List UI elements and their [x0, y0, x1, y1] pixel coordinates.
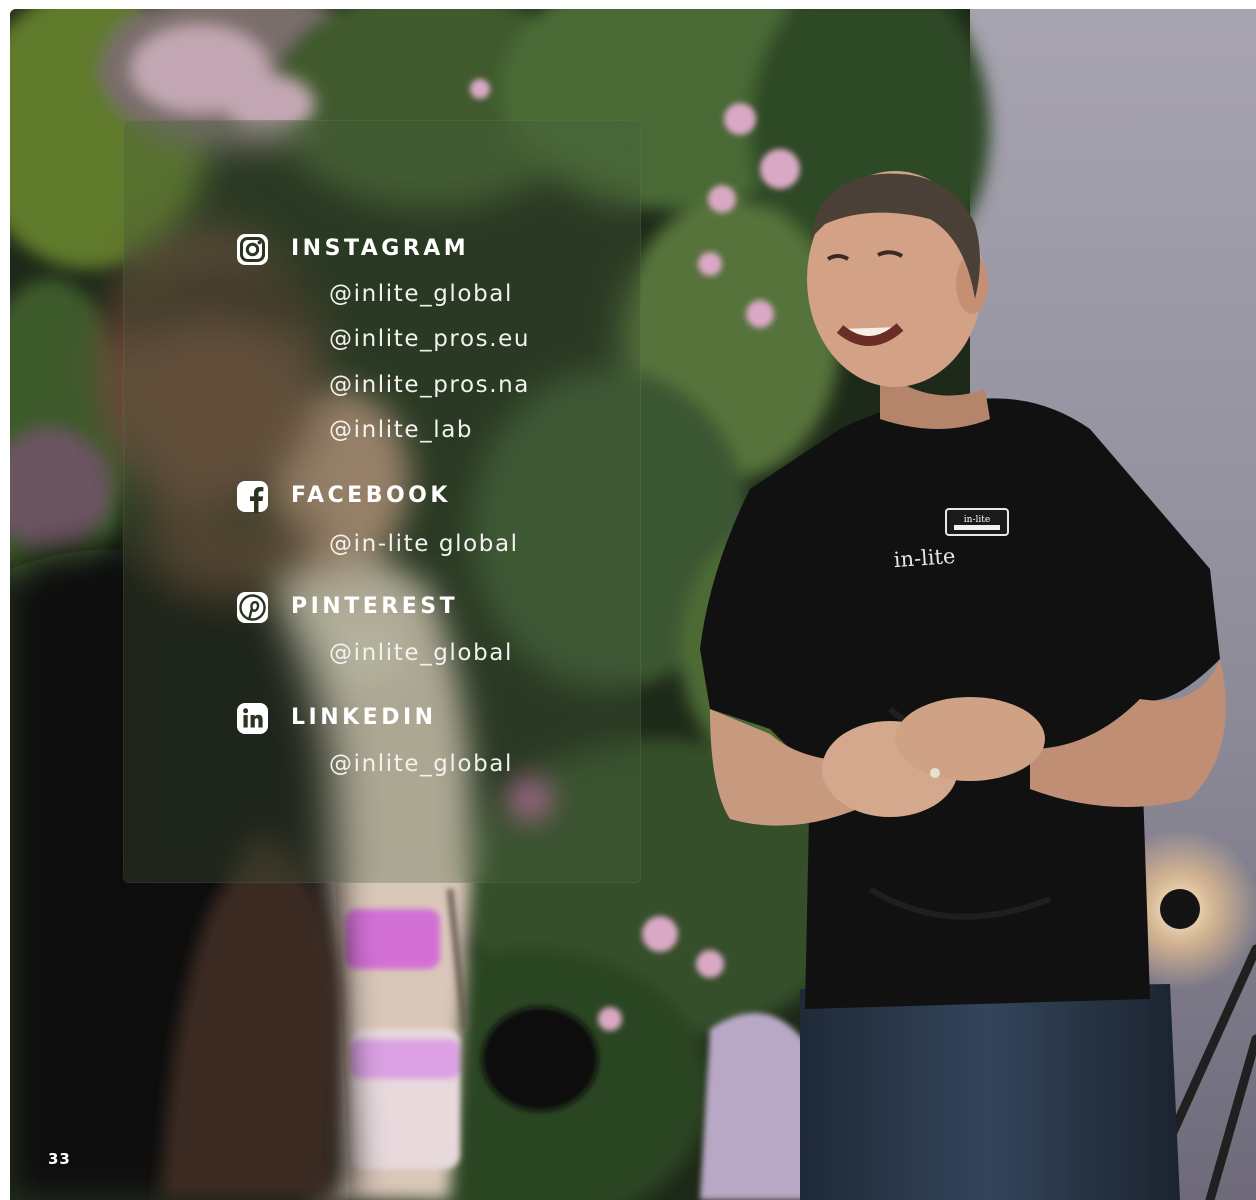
instagram-section: INSTAGRAM @inlite_global @inlite_pros.eu… — [236, 232, 530, 453]
pinterest-icon[interactable] — [236, 591, 269, 624]
facebook-icon[interactable] — [236, 480, 269, 513]
facebook-handles: @in-lite global — [329, 522, 519, 567]
linkedin-handles: @inlite_global — [329, 742, 513, 787]
pinterest-section: PINTEREST @inlite_global — [236, 590, 513, 676]
linkedin-header: LINKEDIN — [236, 701, 513, 735]
facebook-title: FACEBOOK — [291, 483, 451, 508]
instagram-handle[interactable]: @inlite_pros.eu — [329, 317, 530, 362]
instagram-handle[interactable]: @inlite_pros.na — [329, 363, 530, 408]
shirt-logo-text: in-lite — [893, 544, 956, 572]
instagram-title: INSTAGRAM — [291, 236, 470, 261]
instagram-handle[interactable]: @inlite_lab — [329, 408, 530, 453]
facebook-section: FACEBOOK @in-lite global — [236, 479, 519, 567]
name-badge-text: in-lite — [964, 515, 990, 525]
pinterest-title: PINTEREST — [291, 594, 459, 619]
facebook-handle[interactable]: @in-lite global — [329, 522, 519, 567]
instagram-header: INSTAGRAM — [236, 232, 530, 266]
linkedin-title: LINKEDIN — [291, 705, 437, 730]
linkedin-icon[interactable] — [236, 702, 269, 735]
page-number: 33 — [48, 1150, 71, 1168]
pinterest-handles: @inlite_global — [329, 631, 513, 676]
linkedin-handle[interactable]: @inlite_global — [329, 742, 513, 787]
facebook-header: FACEBOOK — [236, 479, 519, 513]
pinterest-header: PINTEREST — [236, 590, 513, 624]
instagram-handles: @inlite_global @inlite_pros.eu @inlite_p… — [329, 272, 530, 453]
instagram-icon[interactable] — [236, 233, 269, 266]
pinterest-handle[interactable]: @inlite_global — [329, 631, 513, 676]
linkedin-section: LINKEDIN @inlite_global — [236, 701, 513, 787]
instagram-handle[interactable]: @inlite_global — [329, 272, 530, 317]
